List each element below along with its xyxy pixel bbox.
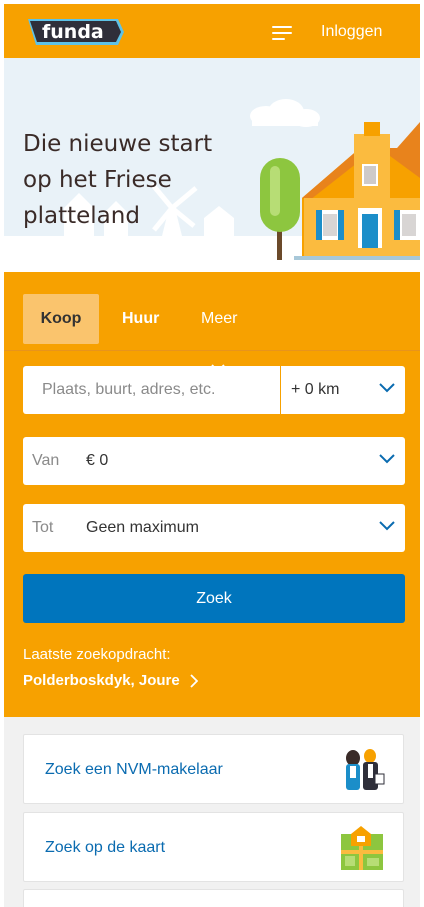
partial-card[interactable] <box>23 889 404 907</box>
funda-logo[interactable]: funda <box>24 15 128 51</box>
hamburger-icon[interactable] <box>270 22 298 46</box>
price-to-label: Tot <box>32 519 54 536</box>
hero-title: Die nieuwe start op het Friese plattelan… <box>23 131 213 229</box>
field-separator <box>280 366 281 414</box>
location-placeholder[interactable]: Plaats, buurt, adres, etc. <box>42 381 215 399</box>
last-search-value: Polderboskdyk, Joure <box>23 672 180 689</box>
chevron-down-icon[interactable] <box>379 383 395 393</box>
map-search-card[interactable]: Zoek op de kaart <box>23 812 404 882</box>
radius-select[interactable]: + 0 km <box>291 381 339 399</box>
price-to-value[interactable]: Geen maximum <box>86 519 199 537</box>
price-from-label: Van <box>32 452 60 469</box>
location-search-field[interactable]: Plaats, buurt, adres, etc. + 0 km <box>23 366 405 414</box>
find-agent-label: Zoek een NVM-makelaar <box>45 761 223 778</box>
map-search-label: Zoek op de kaart <box>45 839 166 856</box>
tab-meer[interactable]: Meer <box>201 294 238 373</box>
price-to-select[interactable]: Tot Geen maximum <box>23 504 405 552</box>
search-panel: Koop Huur Meer Plaats, buurt, adres, etc… <box>4 272 420 717</box>
chevron-down-icon[interactable] <box>379 521 395 531</box>
map-illustration-icon <box>341 826 383 870</box>
last-search-link[interactable]: Polderboskdyk, Joure <box>23 672 198 689</box>
tab-huur[interactable]: Huur <box>122 294 159 344</box>
top-header: funda Inloggen <box>4 4 420 58</box>
agents-illustration-icon <box>346 749 385 790</box>
tab-koop[interactable]: Koop <box>23 294 99 344</box>
hero-banner: Die nieuwe start op het Friese plattelan… <box>4 58 420 272</box>
login-link[interactable]: Inloggen <box>321 23 382 41</box>
chevron-down-icon[interactable] <box>379 454 395 464</box>
chevron-right-icon <box>190 674 198 688</box>
search-button[interactable]: Zoek <box>23 574 405 623</box>
tabs-divider <box>4 350 420 351</box>
svg-text:funda: funda <box>42 21 104 43</box>
price-from-value[interactable]: € 0 <box>86 452 108 470</box>
tab-meer-label: Meer <box>201 310 238 327</box>
last-search-label: Laatste zoekopdracht: <box>23 646 171 663</box>
price-from-select[interactable]: Van € 0 <box>23 437 405 485</box>
find-agent-card[interactable]: Zoek een NVM-makelaar <box>23 734 404 804</box>
